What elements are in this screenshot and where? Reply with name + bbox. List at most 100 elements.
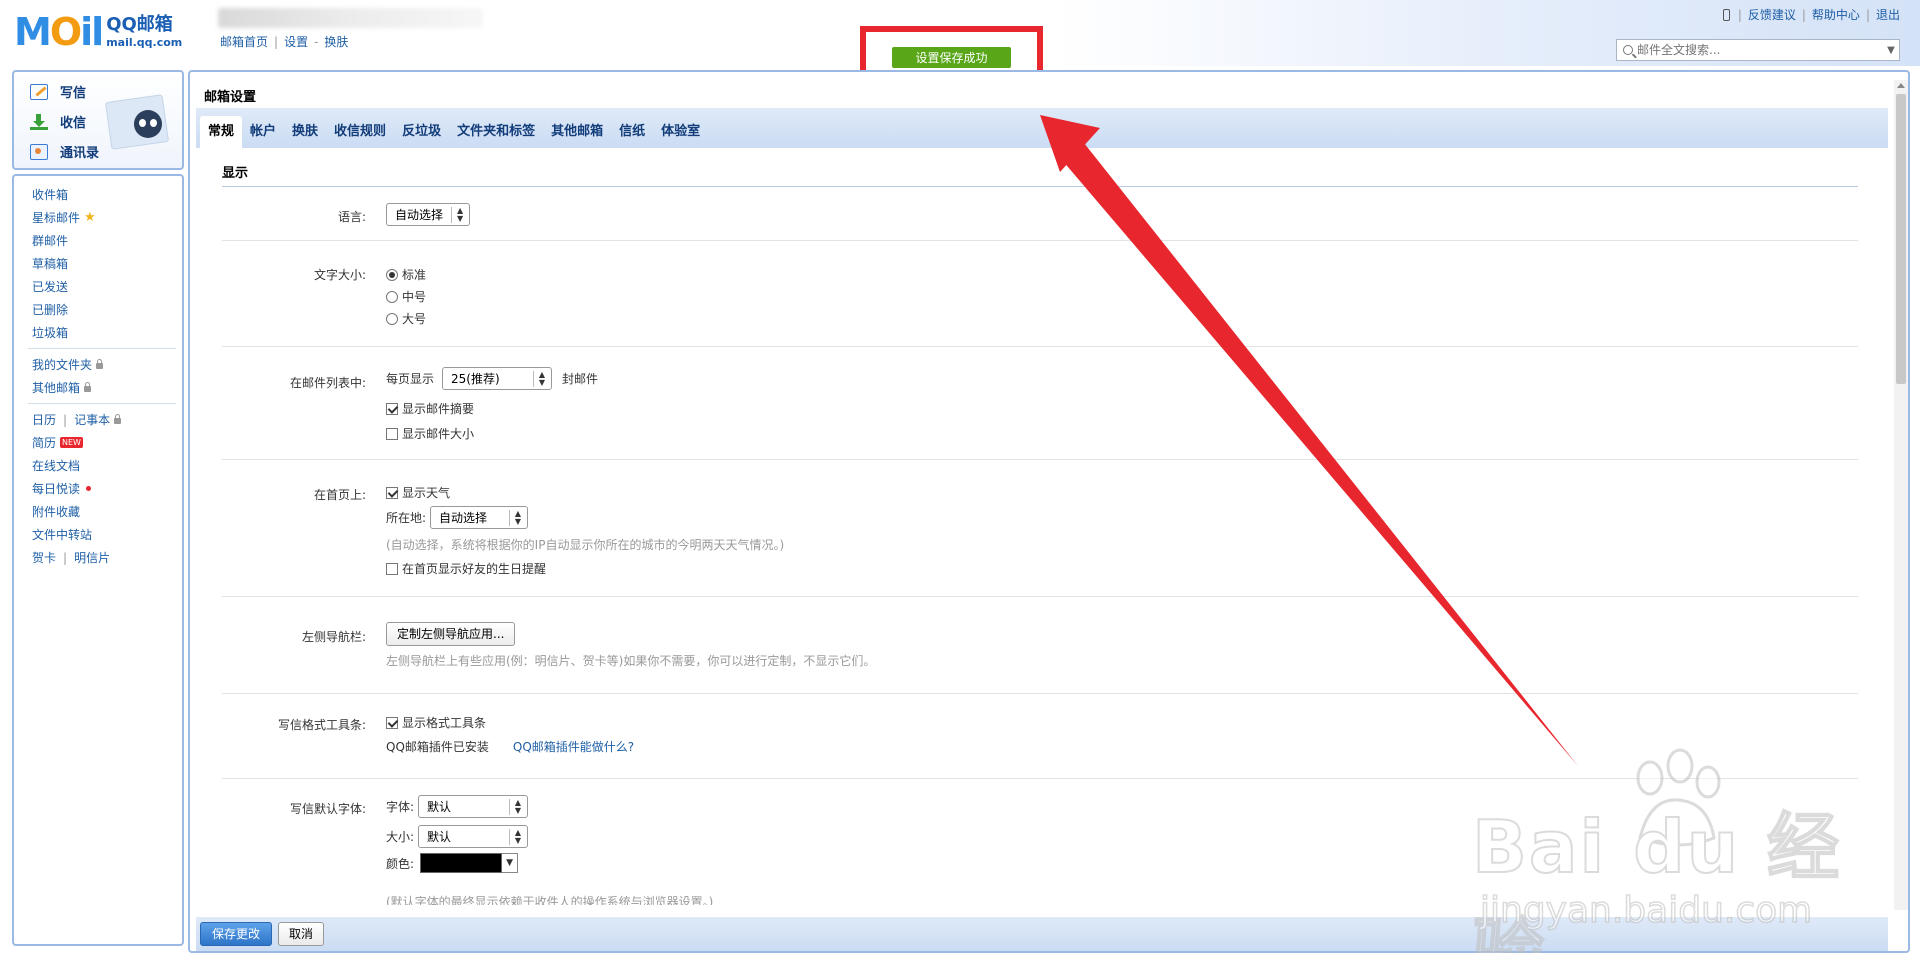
chevron-down-icon[interactable]: ▼ — [502, 853, 519, 873]
sidebar-item-other-mail[interactable]: 其他邮箱 — [32, 379, 92, 396]
language-select[interactable]: 自动选择 ▲ ▼ — [386, 203, 471, 226]
sidebar-item-sent[interactable]: 已发送 — [32, 278, 68, 295]
sidebar-item-group[interactable]: 群邮件 — [32, 232, 68, 249]
section-title: 显示 — [222, 166, 249, 181]
receive-button[interactable]: 收信 — [30, 112, 86, 131]
settings-footer: 保存更改 取消 — [196, 917, 1888, 951]
checkbox-show-weather[interactable] — [386, 486, 398, 499]
sidebar-item-online-docs[interactable]: 在线文档 — [32, 457, 80, 474]
language-label: 语言: — [337, 210, 366, 224]
unread-dot-icon — [86, 486, 92, 491]
scroll-up-icon[interactable] — [1897, 83, 1905, 88]
show-summary-option[interactable]: 显示邮件摘要 — [386, 400, 474, 417]
font-size-select[interactable]: 默认 ▲ ▼ — [418, 825, 529, 848]
location-select[interactable]: 自动选择 ▲ ▼ — [430, 506, 529, 529]
scroll-thumb[interactable] — [1896, 94, 1906, 384]
sidebar-item-daily-read[interactable]: 每日悦读 — [32, 480, 92, 497]
sidebar-item-attachments[interactable]: 附件收藏 — [32, 503, 80, 520]
checkbox-birthday[interactable] — [386, 562, 398, 575]
mail-search-box: ▼ — [1616, 39, 1900, 61]
font-color-swatch[interactable] — [420, 853, 503, 873]
tab-lab[interactable]: 体验室 — [653, 116, 708, 148]
checkbox-show-size[interactable] — [386, 427, 398, 440]
sidebar-item-file-transfer[interactable]: 文件中转站 — [32, 526, 92, 543]
default-font-hint: (默认字体的最终显示依赖于收件人的操作系统与浏览器设置。) — [386, 895, 714, 905]
sidebar-item-my-folders[interactable]: 我的文件夹 — [32, 356, 104, 373]
link-mail-home[interactable]: 邮箱首页 — [220, 33, 268, 50]
tab-folders-labels[interactable]: 文件夹和标签 — [449, 116, 543, 148]
font-size-option-standard[interactable]: 标准 — [386, 266, 426, 283]
radio-medium[interactable] — [386, 290, 398, 303]
vertical-scrollbar[interactable] — [1894, 80, 1908, 910]
font-size-option-medium[interactable]: 中号 — [386, 288, 426, 305]
new-badge: NEW — [60, 437, 83, 448]
customize-left-nav-button[interactable]: 定制左侧导航应用... — [386, 622, 516, 646]
settings-content: 显示 语言: 自动选择 ▲ ▼ 文字大小: 标准 中号 大号 在邮件列表中: 每… — [196, 148, 1888, 905]
header-right-links: | 反馈建议 | 帮助中心 | 退出 — [1722, 6, 1900, 23]
sidebar-actions-panel: 写信 收信 通讯录 — [12, 70, 184, 170]
chevron-down-icon[interactable]: ▼ — [1883, 45, 1899, 56]
select-arrows-icon: ▲ ▼ — [508, 798, 521, 815]
sidebar-cards: 贺卡 | 明信片 — [32, 549, 111, 566]
sidebar-nav-panel: 收件箱 星标邮件 ★ 群邮件 草稿箱 已发送 已删除 垃圾箱 我的文件夹 其他邮箱… — [12, 174, 184, 946]
logo-mail-wordmark: MOil — [14, 10, 104, 54]
checkbox-show-toolbar[interactable] — [386, 716, 398, 729]
tab-general[interactable]: 常规 — [200, 116, 243, 148]
show-toolbar-option[interactable]: 显示格式工具条 — [386, 714, 486, 731]
format-toolbar-label: 写信格式工具条: — [277, 718, 366, 732]
link-help-center[interactable]: 帮助中心 — [1812, 6, 1860, 23]
left-nav-hint: 左侧导航栏上有些应用(例：明信片、贺卡等)如果你不需要，你可以进行定制，不显示它… — [386, 654, 876, 668]
font-size-option-large[interactable]: 大号 — [386, 310, 426, 327]
sidebar-item-calendar[interactable]: 日历 — [32, 411, 56, 428]
sidebar-item-inbox[interactable]: 收件箱 — [32, 186, 68, 203]
tab-account[interactable]: 帐户 — [242, 116, 284, 148]
save-changes-button[interactable]: 保存更改 — [200, 922, 273, 946]
contacts-button[interactable]: 通讯录 — [30, 142, 99, 161]
blurred-user-info — [218, 8, 483, 28]
birthday-option[interactable]: 在首页显示好友的生日提醒 — [386, 560, 546, 577]
checkbox-show-summary[interactable] — [386, 402, 398, 415]
tab-receive-rules[interactable]: 收信规则 — [326, 116, 394, 148]
homepage-label: 在首页上: — [313, 488, 366, 502]
select-arrows-icon: ▲ ▼ — [508, 828, 521, 845]
search-icon[interactable] — [1623, 45, 1633, 55]
link-feedback[interactable]: 反馈建议 — [1748, 6, 1796, 23]
radio-standard[interactable] — [386, 268, 398, 281]
tab-stationery[interactable]: 信纸 — [611, 116, 653, 148]
select-arrows-icon: ▲ ▼ — [532, 370, 545, 387]
sidebar-item-greeting-card[interactable]: 贺卡 — [32, 549, 56, 566]
lock-icon — [114, 413, 122, 424]
sidebar-item-postcard[interactable]: 明信片 — [74, 549, 110, 566]
compose-icon — [30, 83, 48, 100]
show-weather-option[interactable]: 显示天气 — [386, 484, 450, 501]
sidebar-calendar-notes: 日历 | 记事本 — [32, 411, 122, 428]
sidebar-divider — [28, 348, 176, 349]
weather-hint: (自动选择，系统将根据你的IP自动显示你所在的城市的今明两天天气情况。) — [386, 538, 785, 552]
sidebar-item-drafts[interactable]: 草稿箱 — [32, 255, 68, 272]
font-family-select[interactable]: 默认 ▲ ▼ — [418, 795, 529, 818]
mail-search-input[interactable] — [1637, 43, 1883, 57]
cancel-button[interactable]: 取消 — [278, 922, 325, 946]
plugin-info-link[interactable]: QQ邮箱插件能做什么? — [513, 738, 634, 755]
radio-large[interactable] — [386, 312, 398, 325]
tab-anti-spam[interactable]: 反垃圾 — [394, 116, 449, 148]
save-success-toast: 设置保存成功 — [892, 47, 1011, 68]
per-page-select[interactable]: 25(推荐) ▲ ▼ — [442, 367, 553, 390]
sidebar-item-deleted[interactable]: 已删除 — [32, 301, 68, 318]
sidebar-item-starred[interactable]: 星标邮件 ★ — [32, 209, 96, 226]
logo-domain-text: mail.qq.com — [106, 36, 183, 49]
link-skin[interactable]: 换肤 — [324, 33, 348, 50]
compose-button[interactable]: 写信 — [30, 82, 86, 101]
sidebar-item-spam[interactable]: 垃圾箱 — [32, 324, 68, 341]
link-settings[interactable]: 设置 — [284, 33, 308, 50]
sidebar-item-resume[interactable]: 简历 NEW — [32, 434, 83, 451]
tab-other-mail[interactable]: 其他邮箱 — [543, 116, 611, 148]
qq-mail-logo[interactable]: MOil QQ邮箱 mail.qq.com — [14, 13, 182, 51]
penguin-decoration-icon — [98, 92, 176, 156]
tab-skin[interactable]: 换肤 — [284, 116, 326, 148]
lock-icon — [96, 358, 104, 369]
show-size-option[interactable]: 显示邮件大小 — [386, 425, 474, 442]
mobile-phone-icon[interactable] — [1722, 8, 1730, 21]
sidebar-item-notes[interactable]: 记事本 — [74, 411, 110, 428]
link-logout[interactable]: 退出 — [1876, 6, 1900, 23]
